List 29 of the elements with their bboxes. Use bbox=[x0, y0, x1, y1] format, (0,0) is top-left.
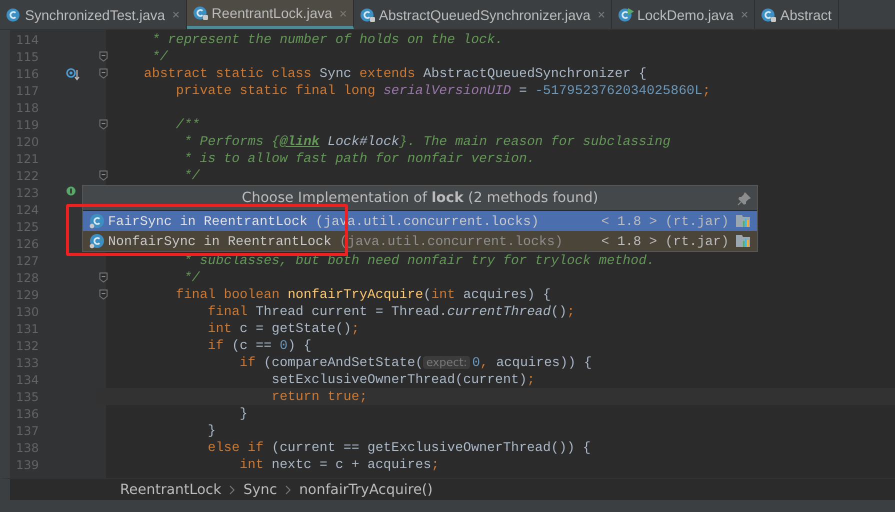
file-tab[interactable]: SynchronizedTest.java × bbox=[0, 0, 187, 29]
file-tab[interactable]: AbstractQueuedSynchronizer.java × bbox=[354, 0, 612, 29]
breadcrumb[interactable]: ReentrantLock bbox=[120, 482, 222, 498]
code-line: if (compareAndSetState( expect: 0, acquires)) { bbox=[238, 354, 592, 371]
code-line: */ bbox=[182, 167, 200, 184]
code-line: int nextc = c + acquires; bbox=[238, 456, 440, 473]
code-line: } bbox=[238, 405, 248, 422]
code-line: final Thread current = Thread.currentThread(); bbox=[206, 303, 575, 320]
code-line: return true; bbox=[270, 388, 368, 405]
code-line: int c = getState(); bbox=[206, 320, 360, 337]
breadcrumb[interactable]: Sync bbox=[243, 482, 278, 498]
code-line: setExclusiveOwnerThread(current); bbox=[270, 371, 535, 388]
breadcrumb[interactable]: nonfairTryAcquire() bbox=[299, 482, 433, 498]
code-line: * Performs {@link Lock#lock}. The main reason for subclassing bbox=[182, 133, 671, 150]
code-line: if (c == 0) { bbox=[206, 337, 312, 354]
code-line: else if (current == getExclusiveOwnerThread()) { bbox=[206, 439, 591, 456]
code-line: */ bbox=[150, 48, 168, 65]
file-tab[interactable]: ReentrantLock.java × bbox=[186, 0, 354, 29]
code-line: } bbox=[206, 422, 216, 439]
code-line: private static final long serialVersionUID = -5179523762034025860L; bbox=[174, 82, 710, 99]
file-tab[interactable]: Abstract bbox=[755, 0, 839, 29]
file-tab[interactable]: LockDemo.java × bbox=[612, 0, 756, 29]
popup-title: Choose Implementation of lock (2 methods found) bbox=[242, 190, 598, 206]
code-line: /** bbox=[174, 116, 200, 133]
code-line: abstract static class Sync extends AbstractQueuedSynchronizer { bbox=[142, 65, 647, 82]
code-line: final boolean nonfairTryAcquire(int acquires) { bbox=[174, 286, 551, 303]
code-line: */ bbox=[182, 269, 200, 286]
code-line: * is to allow fast path for nonfair version. bbox=[182, 150, 535, 167]
code-line: * represent the number of holds on the lock. bbox=[150, 31, 503, 48]
